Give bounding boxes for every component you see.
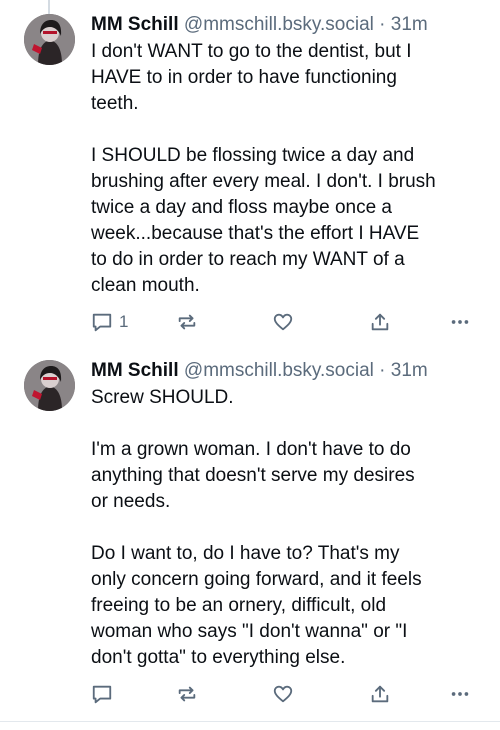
reply-icon xyxy=(92,313,112,332)
post-text: Screw SHOULD. I'm a grown woman. I don't… xyxy=(91,387,422,668)
avatar-image xyxy=(24,360,75,411)
author-handle[interactable]: @mmschill.bsky.social xyxy=(184,14,374,35)
more-options-button[interactable] xyxy=(449,680,471,708)
post-content: MM Schill @mmschill.bsky.social · 31m I … xyxy=(91,12,488,299)
repost-button[interactable] xyxy=(176,308,198,336)
meta-separator: · xyxy=(379,360,386,381)
more-icon xyxy=(451,320,469,324)
post[interactable]: MM Schill @mmschill.bsky.social · 31m Sc… xyxy=(0,350,500,722)
share-icon xyxy=(371,685,389,703)
post-divider xyxy=(0,721,500,722)
author-name[interactable]: MM Schill xyxy=(91,360,179,381)
repost-button[interactable] xyxy=(176,680,198,708)
post-time[interactable]: 31m xyxy=(391,360,428,381)
post-actions xyxy=(91,680,480,708)
repost-icon xyxy=(178,314,196,330)
more-options-button[interactable] xyxy=(449,308,471,336)
like-icon xyxy=(273,313,293,331)
meta-separator: · xyxy=(379,14,386,35)
more-icon xyxy=(451,692,469,696)
reply-button[interactable]: 1 xyxy=(91,308,128,336)
post-actions: 1 xyxy=(91,308,480,336)
avatar[interactable] xyxy=(24,360,75,411)
avatar-image xyxy=(24,14,75,65)
like-button[interactable] xyxy=(272,308,294,336)
repost-icon xyxy=(178,686,196,702)
post-meta: MM Schill @mmschill.bsky.social · 31m xyxy=(91,12,488,38)
reply-icon xyxy=(92,685,112,704)
post-time[interactable]: 31m xyxy=(391,14,428,35)
like-icon xyxy=(273,685,293,703)
share-button[interactable] xyxy=(369,680,391,708)
avatar[interactable] xyxy=(24,14,75,65)
post-content: MM Schill @mmschill.bsky.social · 31m Sc… xyxy=(91,358,488,671)
reply-button[interactable] xyxy=(91,680,113,708)
post-text: I don't WANT to go to the dentist, but I… xyxy=(91,41,436,296)
author-handle[interactable]: @mmschill.bsky.social xyxy=(184,360,374,381)
post[interactable]: MM Schill @mmschill.bsky.social · 31m I … xyxy=(0,0,500,350)
post-meta: MM Schill @mmschill.bsky.social · 31m xyxy=(91,358,488,384)
like-button[interactable] xyxy=(272,680,294,708)
reply-count: 1 xyxy=(119,312,129,331)
share-button[interactable] xyxy=(369,308,391,336)
share-icon xyxy=(371,313,389,331)
author-name[interactable]: MM Schill xyxy=(91,14,179,35)
